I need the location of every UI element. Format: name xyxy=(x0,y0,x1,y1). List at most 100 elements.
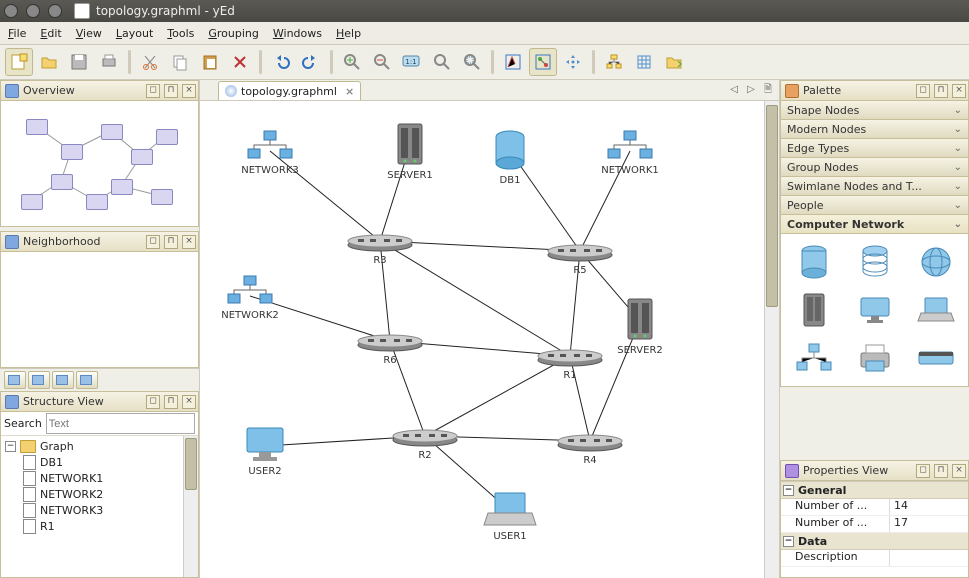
panel-close-button[interactable]: × xyxy=(952,84,966,98)
menu-file[interactable]: File xyxy=(8,27,26,40)
properties-panel-header[interactable]: Properties View ◻ ⊓ × xyxy=(780,460,969,481)
panel-pin-button[interactable]: ⊓ xyxy=(934,464,948,478)
menu-help[interactable]: Help xyxy=(336,27,361,40)
palette-item-laptop[interactable] xyxy=(914,290,958,330)
node-label[interactable]: DB1 xyxy=(500,175,521,186)
panel-close-button[interactable]: × xyxy=(182,395,196,409)
prop-group-data[interactable]: −Data xyxy=(781,533,968,550)
panel-pin-button[interactable]: ⊓ xyxy=(934,84,948,98)
node-label[interactable]: USER1 xyxy=(493,531,526,542)
tree-item[interactable]: NETWORK2 xyxy=(40,488,103,501)
structure-panel-header[interactable]: Structure View ◻ ⊓ × xyxy=(0,391,199,412)
search-input[interactable] xyxy=(46,413,195,434)
prop-row[interactable]: Number of ...17 xyxy=(781,516,968,533)
toolbar-move-mode[interactable] xyxy=(559,48,587,76)
tab-topology[interactable]: topology.graphml × xyxy=(218,81,361,100)
panel-pin-button[interactable]: ⊓ xyxy=(164,395,178,409)
tree-item[interactable]: R1 xyxy=(40,520,55,533)
node-label[interactable]: R4 xyxy=(583,455,596,466)
menu-windows[interactable]: Windows xyxy=(273,27,322,40)
iconbar-btn-4[interactable] xyxy=(76,371,98,389)
menu-grouping[interactable]: Grouping xyxy=(208,27,259,40)
palette-item-scanner[interactable] xyxy=(914,338,958,378)
window-close-button[interactable] xyxy=(4,4,18,18)
node-label[interactable]: NETWORK2 xyxy=(221,310,279,321)
node-label[interactable]: USER2 xyxy=(248,466,281,477)
palette-cat[interactable]: Modern Nodes⌄ xyxy=(781,120,968,139)
overview-panel-header[interactable]: Overview ◻ ⊓ × xyxy=(0,80,199,101)
tree-collapse-icon[interactable]: − xyxy=(5,441,16,452)
node-label[interactable]: R6 xyxy=(383,355,396,366)
toolbar-zoom-out[interactable] xyxy=(368,48,396,76)
palette-cat[interactable]: Shape Nodes⌄ xyxy=(781,101,968,120)
node-label[interactable]: SERVER2 xyxy=(617,345,663,356)
panel-close-button[interactable]: × xyxy=(952,464,966,478)
toolbar-zoom-reset[interactable]: 1:1 xyxy=(398,48,426,76)
tab-nav[interactable]: ◁ ▷ 🗎 xyxy=(730,82,775,99)
node-label[interactable]: NETWORK1 xyxy=(601,165,659,176)
canvas-scrollbar[interactable] xyxy=(764,101,779,578)
palette-item-db[interactable] xyxy=(792,242,836,282)
panel-pin-button[interactable]: ⊓ xyxy=(164,84,178,98)
toolbar-delete[interactable] xyxy=(226,48,254,76)
node-label[interactable]: NETWORK3 xyxy=(241,165,299,176)
panel-dock-button[interactable]: ◻ xyxy=(916,84,930,98)
palette-item-monitor[interactable] xyxy=(853,290,897,330)
neighborhood-panel-header[interactable]: Neighborhood ◻ ⊓ × xyxy=(0,231,199,252)
panel-pin-button[interactable]: ⊓ xyxy=(164,235,178,249)
toolbar-redo[interactable] xyxy=(297,48,325,76)
toolbar-edit-mode[interactable] xyxy=(499,48,527,76)
panel-dock-button[interactable]: ◻ xyxy=(916,464,930,478)
panel-dock-button[interactable]: ◻ xyxy=(146,235,160,249)
palette-item-server[interactable] xyxy=(792,290,836,330)
toolbar-zoom-fit[interactable] xyxy=(428,48,456,76)
neighborhood-canvas[interactable] xyxy=(0,252,199,368)
menu-tools[interactable]: Tools xyxy=(167,27,194,40)
palette-cat-selected[interactable]: Computer Network⌄ xyxy=(781,215,968,234)
window-minimize-button[interactable] xyxy=(26,4,40,18)
prop-group-general[interactable]: −General xyxy=(781,482,968,499)
toolbar-new[interactable] xyxy=(5,48,33,76)
panel-close-button[interactable]: × xyxy=(182,84,196,98)
prop-row[interactable]: Description xyxy=(781,550,968,567)
palette-cat[interactable]: People⌄ xyxy=(781,196,968,215)
tab-close-icon[interactable]: × xyxy=(345,85,354,98)
palette-item-printer[interactable] xyxy=(853,338,897,378)
toolbar-zoom-selection[interactable] xyxy=(458,48,486,76)
tree-item[interactable]: NETWORK1 xyxy=(40,472,103,485)
iconbar-btn-2[interactable] xyxy=(28,371,50,389)
node-label[interactable]: SERVER1 xyxy=(387,170,433,181)
palette-cat[interactable]: Swimlane Nodes and T...⌄ xyxy=(781,177,968,196)
menu-edit[interactable]: Edit xyxy=(40,27,61,40)
toolbar-grid[interactable] xyxy=(630,48,658,76)
menu-layout[interactable]: Layout xyxy=(116,27,153,40)
tree-scrollbar[interactable] xyxy=(183,436,198,577)
palette-item-network[interactable] xyxy=(792,338,836,378)
toolbar-folder[interactable] xyxy=(660,48,688,76)
overview-canvas[interactable] xyxy=(0,101,199,227)
node-label[interactable]: R1 xyxy=(563,370,576,381)
node-label[interactable]: R2 xyxy=(418,450,431,461)
toolbar-save[interactable] xyxy=(65,48,93,76)
toolbar-undo[interactable] xyxy=(267,48,295,76)
node-label[interactable]: R5 xyxy=(573,265,586,276)
toolbar-open[interactable] xyxy=(35,48,63,76)
toolbar-print[interactable] xyxy=(95,48,123,76)
toolbar-nav-mode[interactable] xyxy=(529,48,557,76)
iconbar-btn-3[interactable] xyxy=(52,371,74,389)
tree-root[interactable]: Graph xyxy=(40,440,74,453)
panel-dock-button[interactable]: ◻ xyxy=(146,84,160,98)
palette-item-db2[interactable] xyxy=(853,242,897,282)
palette-cat[interactable]: Group Nodes⌄ xyxy=(781,158,968,177)
palette-item-globe[interactable] xyxy=(914,242,958,282)
toolbar-cut[interactable] xyxy=(136,48,164,76)
palette-panel-header[interactable]: Palette ◻ ⊓ × xyxy=(780,80,969,101)
toolbar-hierarchy[interactable] xyxy=(600,48,628,76)
structure-tree[interactable]: −Graph DB1 NETWORK1 NETWORK2 NETWORK3 R1 xyxy=(1,436,198,577)
toolbar-paste[interactable] xyxy=(196,48,224,76)
window-maximize-button[interactable] xyxy=(48,4,62,18)
toolbar-copy[interactable] xyxy=(166,48,194,76)
panel-close-button[interactable]: × xyxy=(182,235,196,249)
prop-row[interactable]: Number of ...14 xyxy=(781,499,968,516)
node-label[interactable]: R3 xyxy=(373,255,386,266)
